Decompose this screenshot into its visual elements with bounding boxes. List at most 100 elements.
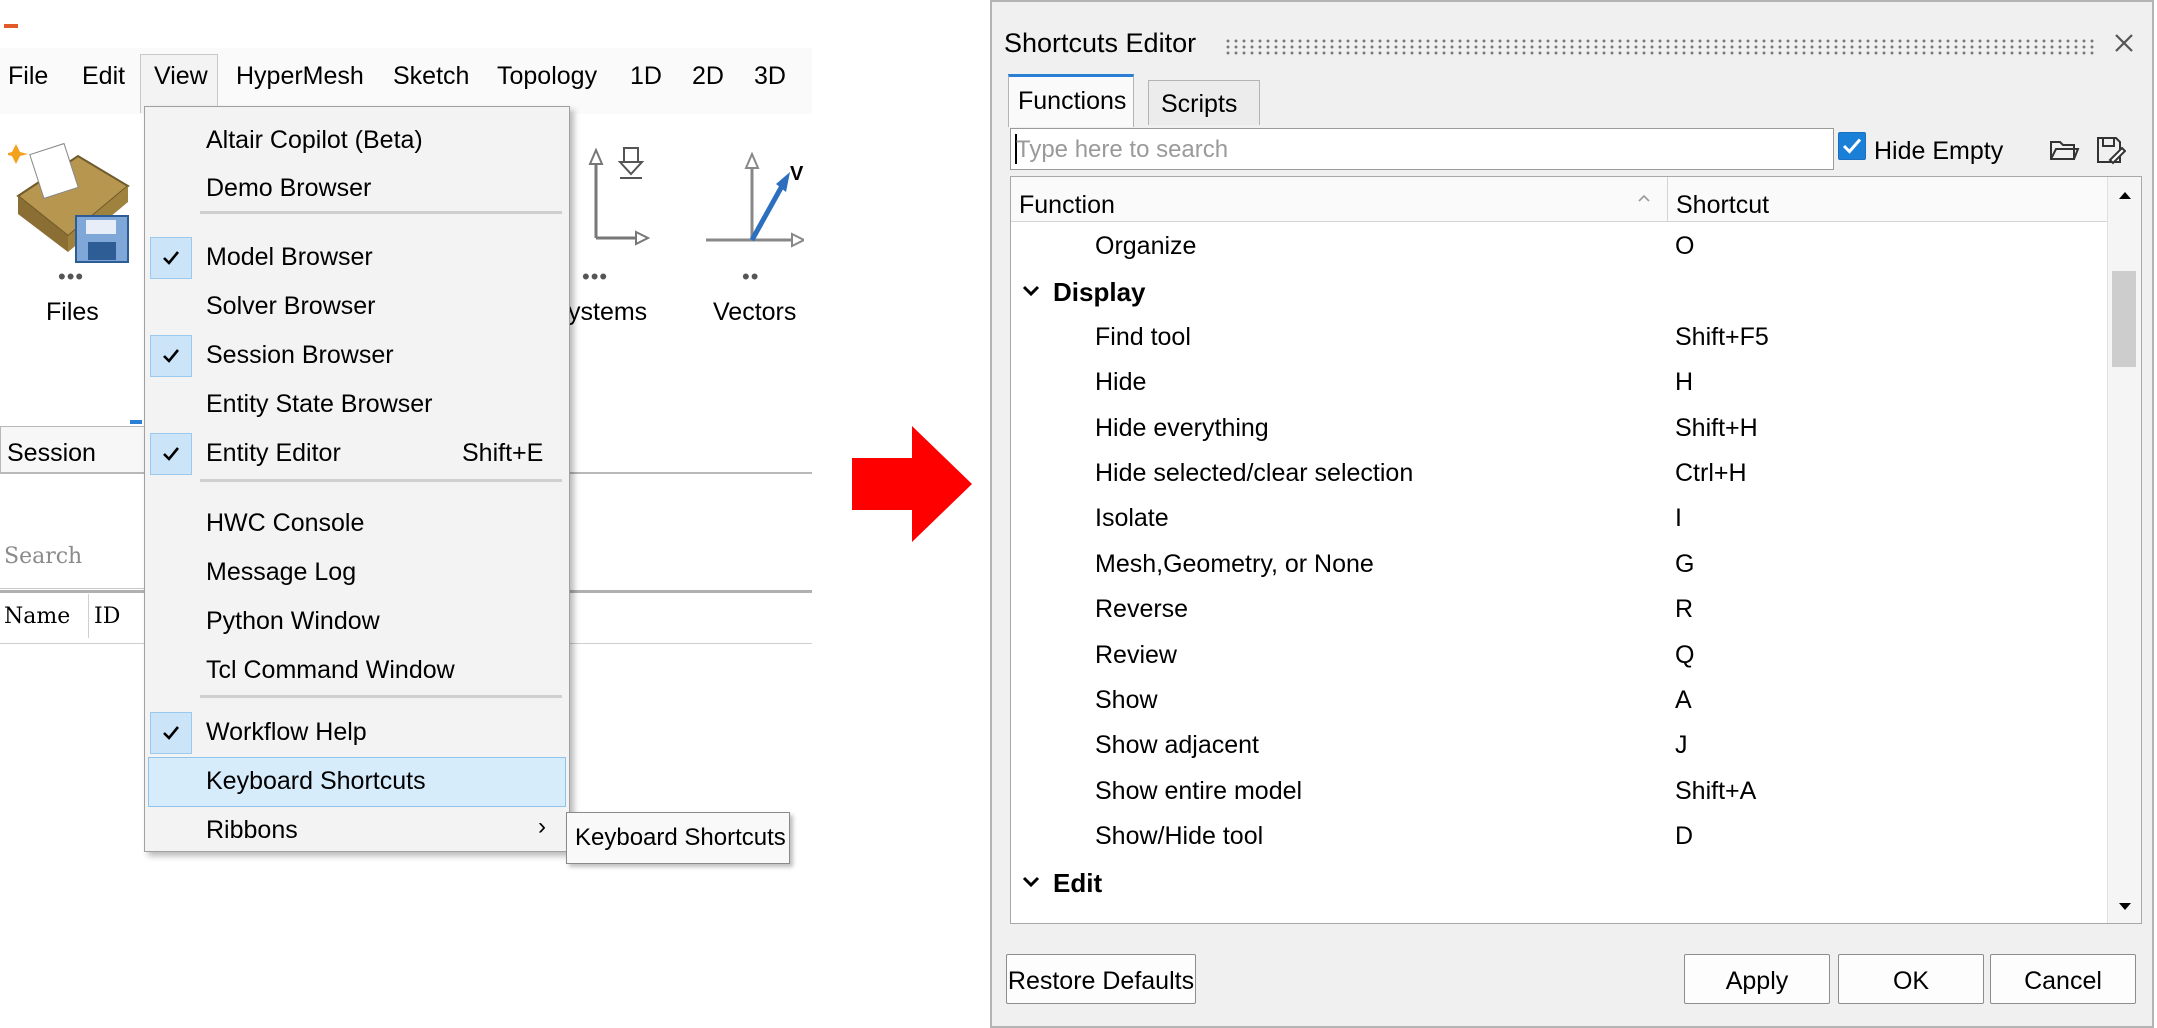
browser-search-placeholder: Search: [4, 544, 83, 569]
function-name: Isolate: [1095, 504, 1169, 533]
check-icon: [150, 237, 192, 279]
menu-item-entity-editor[interactable]: Entity Editor Shift+E: [145, 430, 569, 478]
menu-3d[interactable]: 3D: [754, 62, 786, 91]
save-file-icon[interactable]: [2094, 134, 2127, 166]
menu-item-python-window[interactable]: Python Window: [145, 598, 569, 646]
menu-hypermesh[interactable]: HyperMesh: [236, 62, 364, 91]
dialog-title: Shortcuts Editor: [1004, 28, 1197, 58]
right-arrow-icon: [852, 426, 974, 547]
tab-session[interactable]: Session: [0, 426, 152, 473]
title-drag-grip[interactable]: [1224, 38, 2098, 56]
menu-file[interactable]: File: [8, 62, 48, 91]
table-row[interactable]: Hide H: [1011, 359, 2107, 404]
column-function[interactable]: Function: [1011, 177, 1668, 222]
table-row[interactable]: Organize O: [1011, 223, 2107, 268]
check-icon: [150, 335, 192, 377]
shortcut-key[interactable]: R: [1675, 595, 1693, 624]
shortcut-key[interactable]: Shift+F5: [1675, 323, 1769, 352]
menu-item-demo-browser[interactable]: Demo Browser: [145, 165, 569, 213]
menu-item-workflow-help[interactable]: Workflow Help: [145, 709, 569, 757]
apply-button[interactable]: Apply: [1684, 954, 1830, 1004]
shortcut-key[interactable]: Shift+A: [1675, 777, 1756, 806]
menu-item-altair-copilot[interactable]: Altair Copilot (Beta): [145, 117, 569, 165]
systems-more-dots[interactable]: •••: [582, 264, 608, 290]
systems-icon[interactable]: [570, 142, 651, 250]
menu-2d[interactable]: 2D: [692, 62, 724, 91]
function-name: Show entire model: [1095, 776, 1303, 805]
function-name: Mesh,Geometry, or None: [1095, 549, 1374, 578]
menu-1d[interactable]: 1D: [630, 62, 662, 91]
ok-button[interactable]: OK: [1838, 954, 1984, 1004]
function-name: Hide: [1095, 368, 1147, 397]
table-row[interactable]: Show entire model Shift+A: [1011, 768, 2107, 813]
chevron-down-icon[interactable]: [1021, 875, 1041, 889]
shortcut-key[interactable]: H: [1675, 368, 1693, 397]
table-row[interactable]: Hide everything Shift+H: [1011, 405, 2107, 450]
function-name: Hide selected/clear selection: [1095, 459, 1414, 487]
svg-text:V: V: [790, 163, 804, 185]
shortcut-key[interactable]: G: [1675, 550, 1694, 579]
menu-item-solver-browser[interactable]: Solver Browser: [145, 283, 569, 331]
close-icon[interactable]: [2107, 26, 2141, 60]
menu-item-tcl-command-window[interactable]: Tcl Command Window: [145, 647, 569, 695]
open-folder-icon[interactable]: [2048, 134, 2080, 166]
next-tab-indicator: [130, 420, 142, 424]
menu-item-message-log[interactable]: Message Log: [145, 549, 569, 597]
table-row[interactable]: Show A: [1011, 677, 2107, 722]
table-row[interactable]: Review Q: [1011, 632, 2107, 677]
table-row[interactable]: Show adjacent J: [1011, 722, 2107, 767]
menu-item-keyboard-shortcuts[interactable]: Keyboard Shortcuts: [145, 758, 569, 806]
table-row[interactable]: Mesh,Geometry, or None G: [1011, 541, 2107, 586]
check-icon: [150, 433, 192, 475]
cancel-button[interactable]: Cancel: [1990, 954, 2136, 1004]
shortcut-key[interactable]: O: [1675, 232, 1694, 261]
table-row[interactable]: Hide selected/clear selection Ctrl+H: [1011, 450, 2107, 495]
menu-separator: [200, 695, 562, 698]
menu-item-entity-state-browser[interactable]: Entity State Browser: [145, 381, 569, 429]
shortcut-key[interactable]: J: [1675, 731, 1688, 760]
column-id[interactable]: ID: [94, 604, 120, 629]
vertical-scrollbar[interactable]: [2107, 177, 2141, 923]
scroll-up-icon[interactable]: [2117, 189, 2133, 201]
menu-view[interactable]: View: [154, 62, 208, 91]
tab-scripts[interactable]: Scripts: [1148, 80, 1260, 125]
restore-defaults-button[interactable]: Restore Defaults: [1006, 954, 1196, 1004]
menu-edit[interactable]: Edit: [82, 62, 125, 91]
chevron-down-icon[interactable]: [1021, 284, 1041, 298]
sort-ascending-icon: [1638, 194, 1650, 202]
tab-functions[interactable]: Functions: [1008, 74, 1134, 127]
scrollbar-thumb[interactable]: [2112, 271, 2136, 367]
column-separator: [88, 594, 89, 638]
scroll-down-icon[interactable]: [2117, 901, 2133, 913]
hide-empty-checkbox[interactable]: [1838, 132, 1866, 160]
shortcut-key[interactable]: Q: [1675, 641, 1694, 670]
files-icon[interactable]: [4, 136, 138, 266]
search-input[interactable]: Type here to search: [1010, 128, 1834, 170]
menu-item-model-browser[interactable]: Model Browser: [145, 234, 569, 282]
menu-item-hwc-console[interactable]: HWC Console: [145, 500, 569, 548]
menu-item-ribbons[interactable]: Ribbons ›: [145, 807, 569, 855]
vectors-more-dots[interactable]: ••: [742, 264, 759, 290]
menu-topology[interactable]: Topology: [497, 62, 597, 91]
files-more-dots[interactable]: •••: [58, 264, 84, 290]
menu-separator: [200, 479, 562, 482]
menu-sketch[interactable]: Sketch: [393, 62, 469, 91]
menu-item-session-browser[interactable]: Session Browser: [145, 332, 569, 380]
shortcut-key[interactable]: Ctrl+H: [1675, 459, 1747, 488]
table-group-row[interactable]: Edit: [1011, 859, 2107, 904]
table-row[interactable]: Find tool Shift+F5: [1011, 314, 2107, 359]
table-row[interactable]: Reverse R: [1011, 586, 2107, 631]
column-shortcut[interactable]: Shortcut: [1668, 177, 2107, 222]
table-group-row[interactable]: Display: [1011, 268, 2107, 313]
function-name: Show adjacent: [1095, 731, 1260, 760]
shortcut-key[interactable]: D: [1675, 822, 1693, 851]
column-name[interactable]: Name: [4, 604, 70, 629]
table-row[interactable]: Show/Hide tool D: [1011, 813, 2107, 858]
shortcut-key[interactable]: I: [1675, 504, 1682, 533]
shortcut-key[interactable]: A: [1675, 686, 1692, 715]
vectors-icon[interactable]: V: [700, 150, 807, 250]
search-placeholder: Type here to search: [1016, 136, 1229, 163]
table-row[interactable]: Isolate I: [1011, 495, 2107, 540]
view-menu: Altair Copilot (Beta) Demo Browser Model…: [144, 106, 570, 852]
shortcut-key[interactable]: Shift+H: [1675, 414, 1758, 443]
